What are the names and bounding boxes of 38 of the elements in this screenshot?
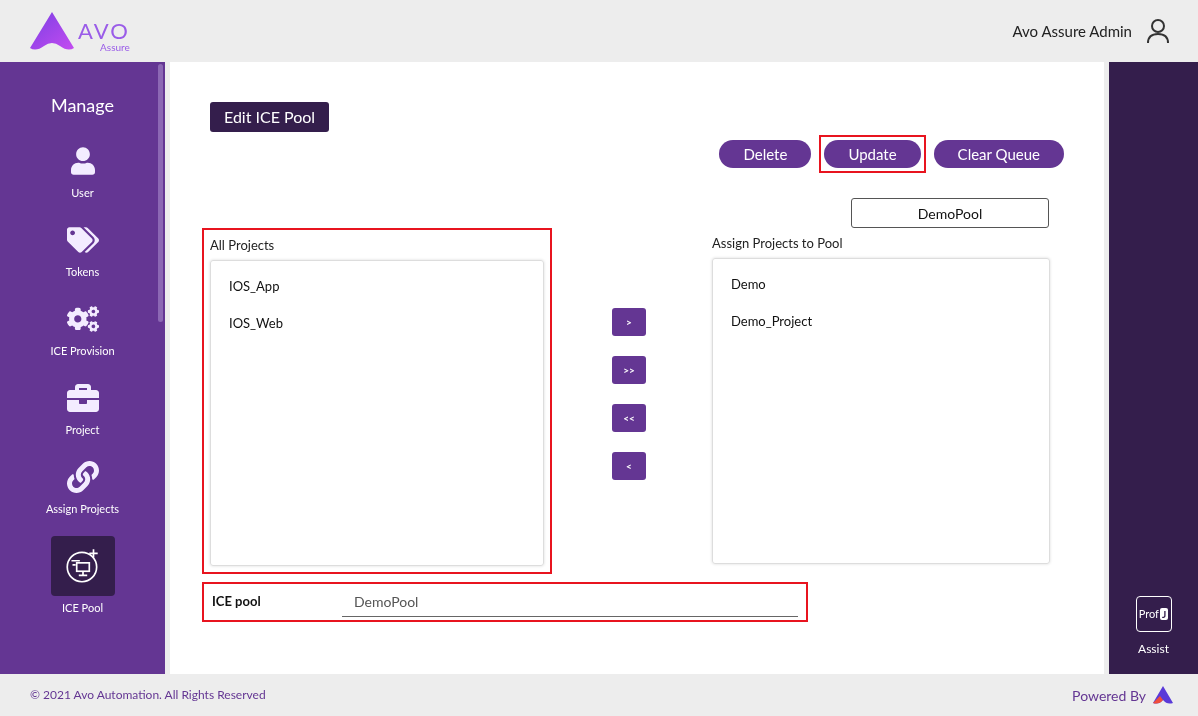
move-button[interactable]: <: [612, 452, 646, 480]
list-label: Assign Projects to Pool: [712, 234, 844, 253]
logo-mark-icon: [28, 10, 76, 52]
move-button[interactable]: >: [612, 308, 646, 336]
user-icon: [70, 147, 95, 175]
ice-pool-input[interactable]: DemoPool: [342, 586, 798, 617]
action-button[interactable]: Update: [824, 140, 921, 168]
page-title: Edit ICE Pool: [210, 102, 330, 132]
list-entry[interactable]: IOS_Web: [229, 314, 283, 334]
logo-subtext: Assure: [100, 42, 130, 52]
assist-label: Assist: [1138, 640, 1169, 658]
list-entry[interactable]: Demo: [731, 274, 766, 294]
link-icon: [66, 461, 99, 493]
tags-icon: [66, 224, 99, 256]
sidebar-item[interactable]: ICE Provision: [50, 299, 115, 356]
logo-mark-icon: [1152, 685, 1174, 705]
move-button[interactable]: >>: [612, 356, 646, 384]
sidebar-item[interactable]: Project: [50, 378, 115, 435]
briefcase-icon: [66, 382, 99, 414]
action-button[interactable]: Delete: [719, 140, 812, 168]
sidebar-item[interactable]: Assign Projects: [45, 457, 120, 514]
sidebar-item[interactable]: User: [50, 141, 115, 198]
assist-button[interactable]: Prof J: [1135, 596, 1172, 632]
action-button[interactable]: Clear Queue: [933, 140, 1064, 168]
copyright-text: © 2021 Avo Automation. All Rights Reserved: [30, 686, 266, 704]
logo-text: AVO: [78, 20, 130, 42]
list-entry[interactable]: Demo_Project: [731, 312, 813, 332]
powered-by-text: Powered By: [1072, 685, 1146, 706]
pool-name-field: DemoPool: [851, 198, 1049, 228]
gears-icon: [66, 303, 99, 335]
list-label: All Projects: [210, 236, 276, 255]
move-button[interactable]: <<: [612, 404, 646, 432]
user-profile-icon[interactable]: [1146, 18, 1170, 44]
field-label: ICE pool: [212, 591, 262, 611]
sidebar-item[interactable]: Tokens: [50, 220, 115, 277]
user-name: Avo Assure Admin: [1012, 20, 1132, 42]
sidebar-title: Manage: [50, 93, 115, 118]
list-entry[interactable]: IOS_App: [229, 276, 280, 296]
